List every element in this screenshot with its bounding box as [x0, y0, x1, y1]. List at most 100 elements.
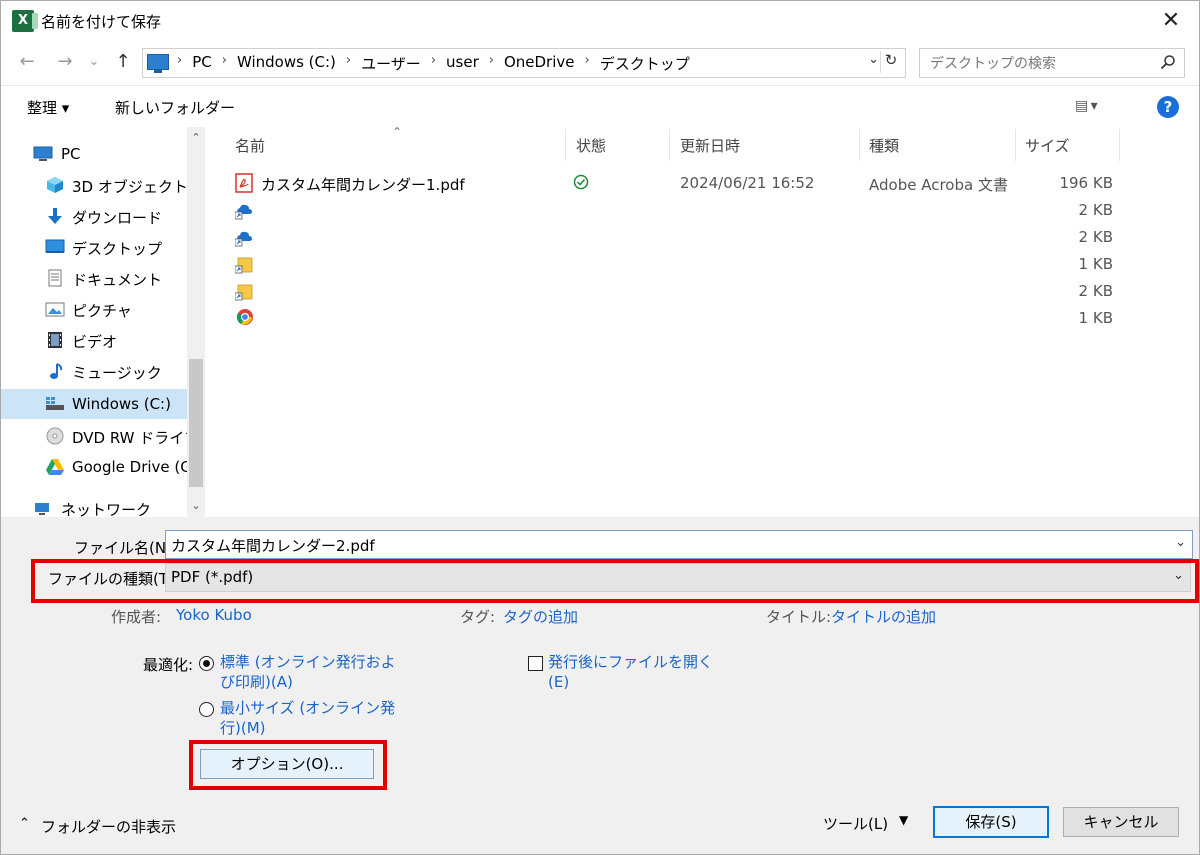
title-add-link[interactable]: タイトルの追加 [831, 606, 936, 627]
table-row[interactable]: 2 KB [207, 197, 1199, 224]
command-toolbar: 整理 ▾ 新しいフォルダー ▤ ▾ ? [1, 85, 1199, 128]
breadcrumb-user[interactable]: user [440, 53, 485, 74]
file-size: 196 KB [1059, 174, 1113, 192]
help-icon[interactable]: ? [1157, 96, 1179, 118]
navigation-scrollbar[interactable]: ⌃ ⌄ [187, 127, 205, 517]
hide-folders-button[interactable]: フォルダーの非表示 [41, 816, 176, 837]
sidebar-item-pictures[interactable]: ピクチャ [1, 294, 187, 324]
optimize-minimum-radio[interactable] [199, 702, 214, 717]
scroll-thumb[interactable] [189, 359, 203, 487]
file-type: Adobe Acroba 文書 [869, 176, 1008, 194]
recent-locations-button[interactable]: ⌄ [85, 50, 103, 74]
folder-shortcut-icon [235, 257, 253, 274]
tools-menu[interactable]: ツール(L) [823, 813, 888, 834]
sidebar-item-music[interactable]: ミュージック [1, 356, 187, 386]
google-drive-icon [46, 459, 64, 475]
table-row[interactable]: 2 KB [207, 278, 1199, 305]
navigation-bar: ← → ⌄ ↑ › PC › Windows (C:) › ユーザー › use… [1, 41, 1199, 85]
music-icon [50, 363, 63, 379]
sidebar-item-videos[interactable]: ビデオ [1, 325, 187, 355]
view-options-icon[interactable]: ▤ ▾ [1075, 98, 1098, 114]
table-row[interactable]: 1 KB [207, 251, 1199, 278]
breadcrumb-pc[interactable]: PC [186, 53, 218, 74]
scroll-up-icon[interactable]: ⌃ [187, 129, 205, 147]
optimize-label: 最適化: [143, 656, 194, 674]
optimize-standard-radio[interactable] [199, 656, 214, 671]
scroll-down-icon[interactable]: ⌄ [187, 497, 205, 515]
excel-app-icon: X [12, 10, 38, 32]
sidebar-item-windows-c[interactable]: Windows (C:) [1, 389, 187, 419]
sidebar-item-label: PC [61, 145, 81, 163]
sidebar-item-label: 3D オブジェクト [72, 178, 187, 196]
file-size: 1 KB [1078, 255, 1113, 273]
onedrive-shortcut-icon [235, 231, 252, 247]
column-header-type[interactable]: 種類 [869, 135, 899, 156]
documents-icon [48, 269, 62, 287]
3d-objects-icon [47, 177, 63, 193]
breadcrumb-windows-c[interactable]: Windows (C:) [231, 53, 342, 74]
chevron-up-icon[interactable]: ⌃ [19, 816, 30, 831]
back-button[interactable]: ← [15, 50, 39, 74]
new-folder-button[interactable]: 新しいフォルダー [115, 97, 235, 118]
tags-label: タグ: [460, 608, 496, 626]
tags-add-link[interactable]: タグの追加 [503, 606, 578, 627]
save-button[interactable]: 保存(S) [933, 806, 1049, 838]
table-row[interactable]: 1 KB [207, 305, 1199, 332]
filename-input[interactable]: カスタム年間カレンダー2.pdf ⌄ [165, 530, 1193, 559]
optimize-standard-label[interactable]: 標準 (オンライン発行およ び印刷)(A) [220, 652, 396, 692]
organize-menu[interactable]: 整理 ▾ [27, 97, 69, 118]
sidebar-item-label: Windows (C:) [72, 395, 171, 413]
breadcrumb-users[interactable]: ユーザー [355, 53, 427, 74]
sidebar-item-network[interactable]: ネットワーク [1, 493, 187, 523]
sidebar-item-label: ダウンロード [72, 209, 163, 227]
table-row[interactable]: カスタム年間カレンダー1.pdf 2024/06/21 16:52 Adobe … [207, 170, 1199, 197]
sidebar-item-label: ビデオ [72, 333, 118, 351]
file-date: 2024/06/21 16:52 [680, 174, 815, 192]
options-button[interactable]: オプション(O)... [200, 749, 374, 779]
sort-indicator-icon: ⌃ [392, 125, 403, 139]
sidebar-item-downloads[interactable]: ダウンロード [1, 201, 187, 231]
sidebar-item-documents[interactable]: ドキュメント [1, 263, 187, 293]
search-box[interactable]: デスクトップの検索 [919, 48, 1185, 78]
breadcrumb-desktop[interactable]: デスクトップ [594, 53, 696, 74]
dialog-title: 名前を付けて保存 [41, 13, 162, 31]
filename-value: カスタム年間カレンダー2.pdf [171, 537, 375, 555]
author-value[interactable]: Yoko Kubo [176, 606, 252, 624]
title-bar: X 名前を付けて保存 ✕ [1, 1, 1199, 41]
sidebar-item-pc[interactable]: PC [1, 139, 187, 169]
sidebar-item-google-drive[interactable]: Google Drive (G: [1, 452, 187, 482]
optimize-minimum-label[interactable]: 最小サイズ (オンライン発 行)(M) [220, 698, 395, 738]
desktop-icon [45, 239, 65, 253]
up-button[interactable]: ↑ [111, 50, 135, 74]
chevron-down-icon[interactable]: ⌄ [1175, 535, 1186, 550]
pdf-icon [235, 173, 253, 193]
close-button[interactable]: ✕ [1149, 1, 1193, 41]
forward-button[interactable]: → [53, 50, 77, 74]
refresh-icon[interactable]: ↻ [880, 51, 901, 73]
column-header-size[interactable]: サイズ [1025, 135, 1070, 156]
chevron-down-icon[interactable]: ⌄ [868, 52, 879, 67]
address-bar[interactable]: › PC › Windows (C:) › ユーザー › user › OneD… [142, 48, 906, 78]
sidebar-item-dvd-drive[interactable]: DVD RW ドライブ ( [1, 421, 187, 451]
open-after-publish-label[interactable]: 発行後にファイルを開く (E) [548, 652, 713, 692]
column-header-status[interactable]: 状態 [576, 135, 606, 156]
search-input[interactable]: デスクトップの検索 [930, 53, 1056, 73]
sidebar-item-label: ドキュメント [72, 271, 163, 289]
sidebar-item-desktop[interactable]: デスクトップ [1, 232, 187, 262]
open-after-publish-checkbox[interactable] [528, 656, 543, 671]
file-size: 2 KB [1078, 228, 1113, 246]
sidebar-item-3d-objects[interactable]: 3D オブジェクト [1, 170, 187, 200]
breadcrumb-onedrive[interactable]: OneDrive [498, 53, 581, 74]
chevron-down-icon[interactable]: ⌄ [1173, 568, 1184, 583]
column-header-name[interactable]: 名前 [235, 135, 265, 156]
sidebar-item-label: ミュージック [72, 364, 162, 382]
file-name: カスタム年間カレンダー1.pdf [261, 176, 465, 194]
table-row[interactable]: 2 KB [207, 224, 1199, 251]
column-header-date[interactable]: 更新日時 [680, 135, 740, 156]
filetype-select[interactable]: PDF (*.pdf) ⌄ [165, 563, 1191, 592]
tools-dropdown-icon[interactable]: ▼ [899, 813, 908, 827]
sidebar-item-label: Google Drive (G: [72, 458, 187, 476]
synced-status-icon [573, 174, 589, 190]
search-icon[interactable] [1160, 54, 1176, 70]
cancel-button[interactable]: キャンセル [1063, 807, 1179, 837]
